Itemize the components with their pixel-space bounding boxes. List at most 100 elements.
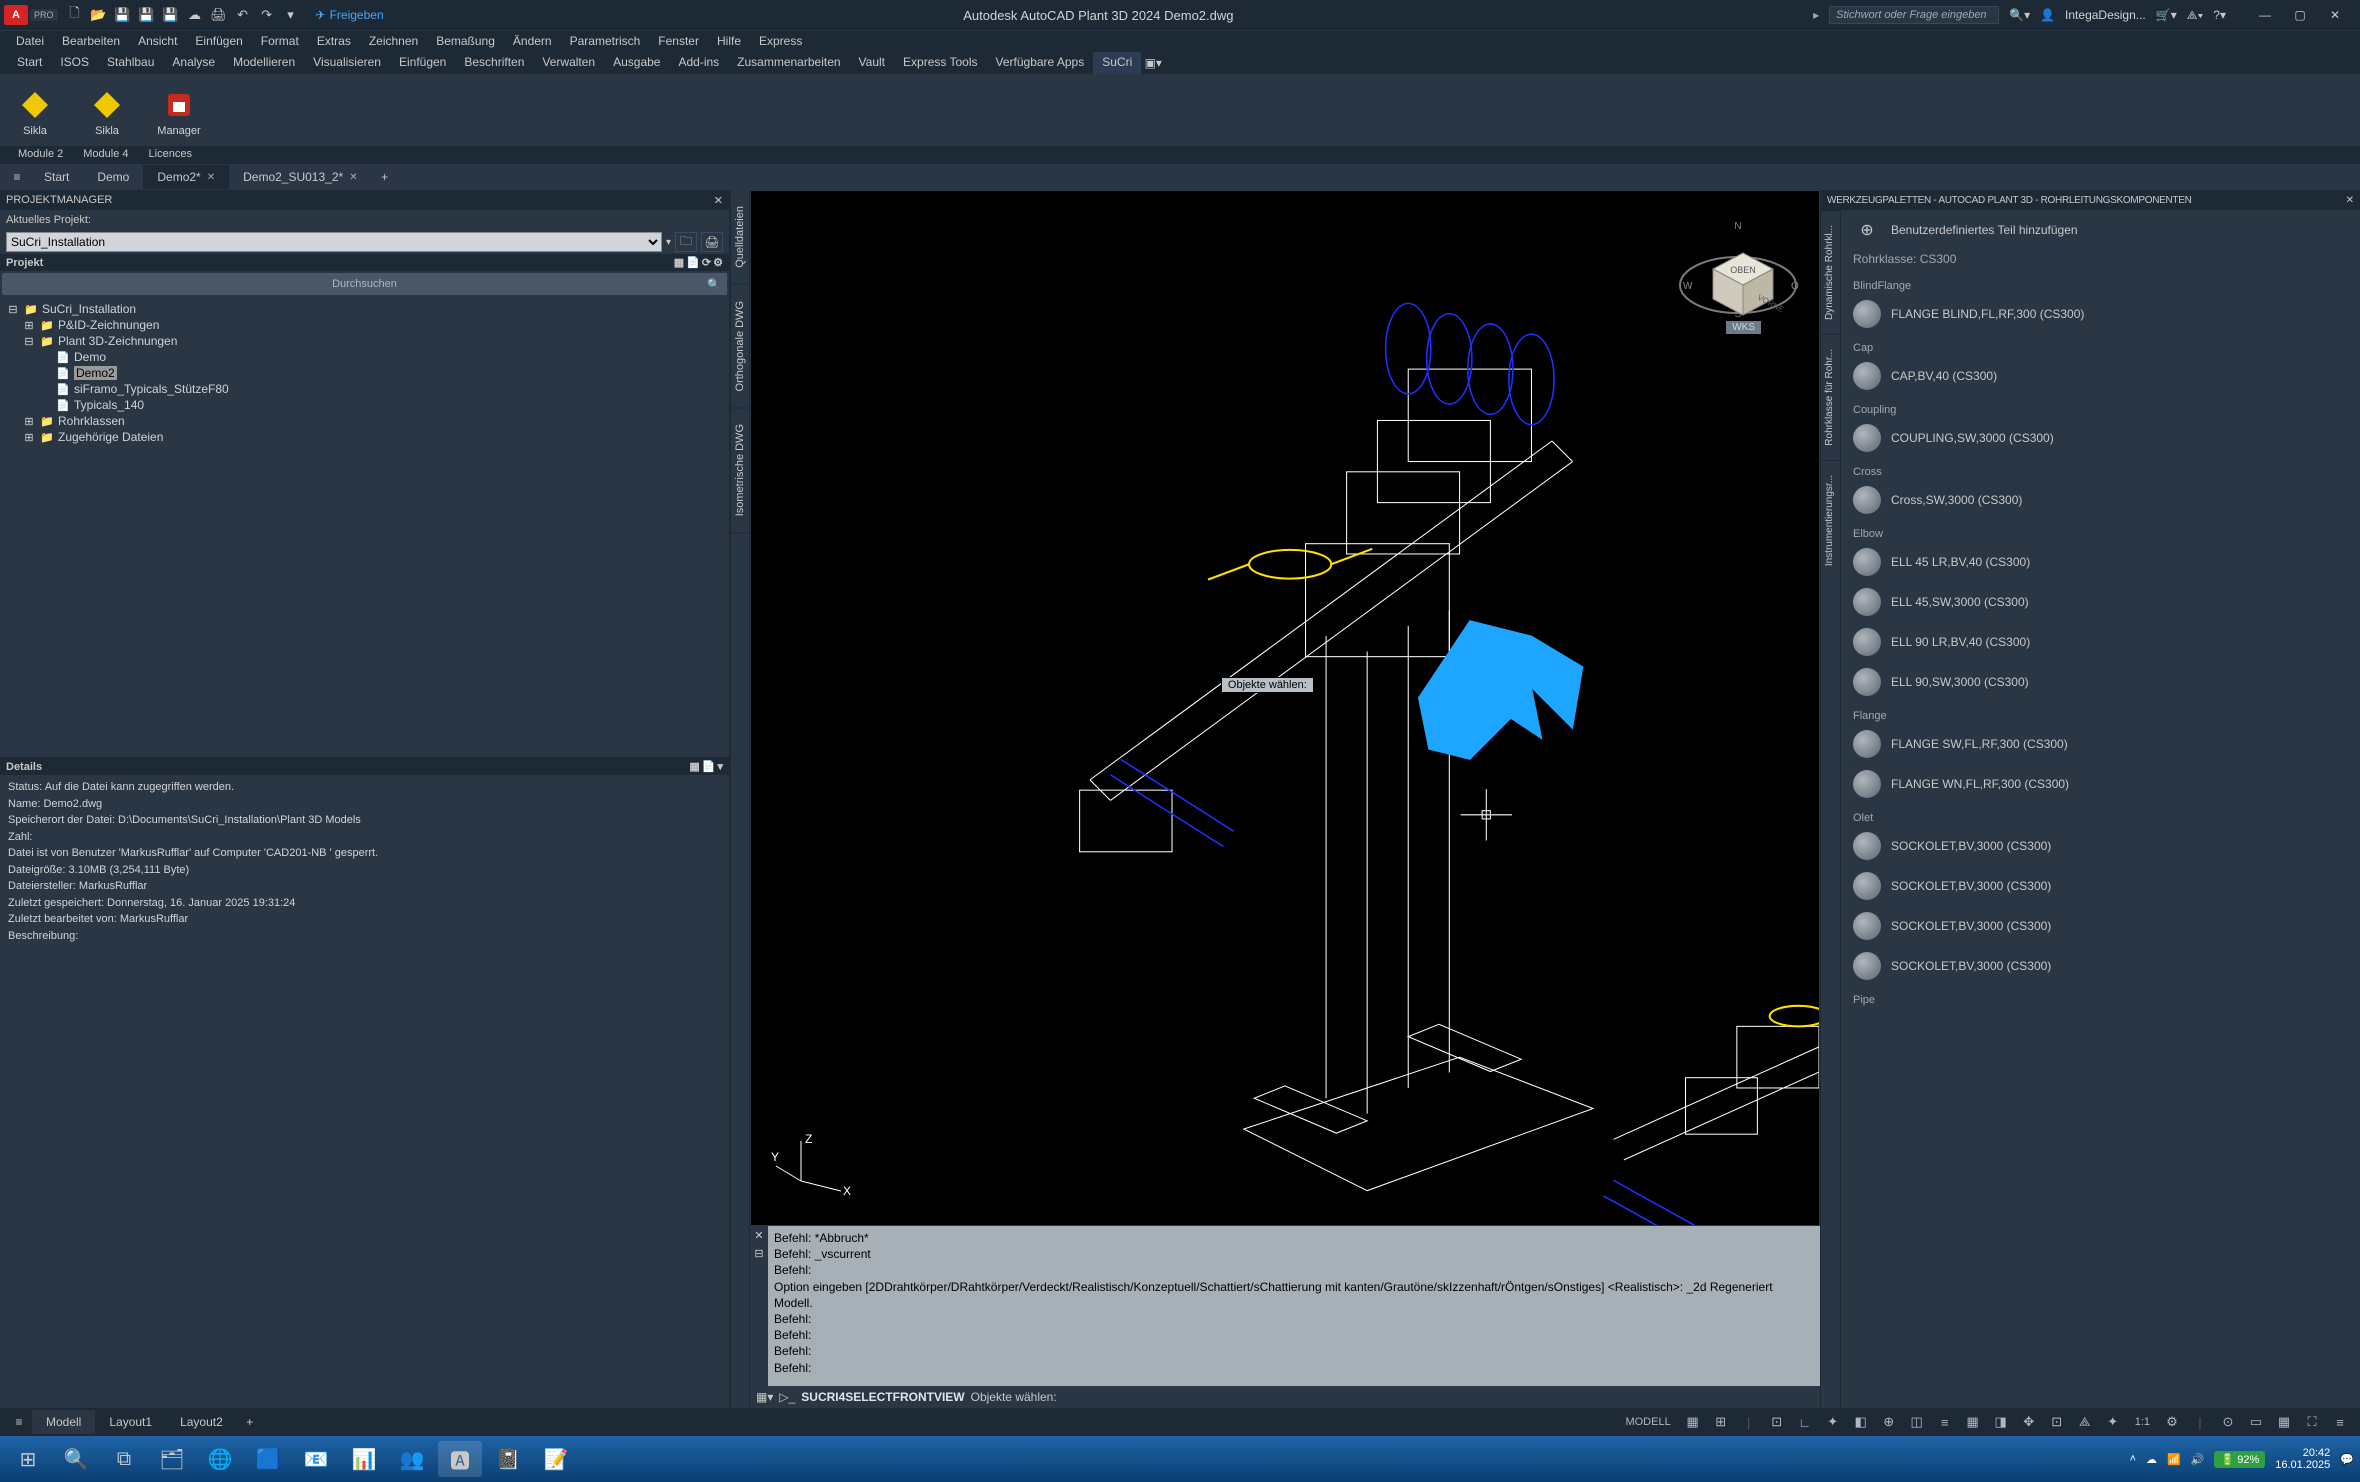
- status-3d-icon[interactable]: ◫: [1905, 1411, 1929, 1433]
- qat-save-icon[interactable]: 💾: [112, 4, 134, 26]
- palette-item[interactable]: FLANGE SW,FL,RF,300 (CS300): [1845, 724, 2356, 764]
- doc-tab-menu-icon[interactable]: ≡: [4, 164, 30, 190]
- status-workspace-icon[interactable]: ⊙: [2216, 1411, 2240, 1433]
- details-icon-2[interactable]: 📄: [702, 760, 716, 773]
- menu-bemaßung[interactable]: Bemaßung: [428, 31, 503, 52]
- status-polar-icon[interactable]: ✦: [1821, 1411, 1845, 1433]
- ribbon-overflow-icon[interactable]: ▣▾: [1141, 52, 1165, 74]
- tray-network-icon[interactable]: 📶: [2167, 1453, 2181, 1466]
- status-grid-icon[interactable]: ▦: [1681, 1411, 1705, 1433]
- ribbon-button-sikla-1[interactable]: Sikla: [80, 78, 134, 146]
- ribbon-tab-einfügen[interactable]: Einfügen: [390, 52, 455, 74]
- qat-open-icon[interactable]: 📂: [88, 4, 110, 26]
- palette-item[interactable]: COUPLING,SW,3000 (CS300): [1845, 418, 2356, 458]
- palette-item[interactable]: ELL 90 LR,BV,40 (CS300): [1845, 622, 2356, 662]
- layout-menu-icon[interactable]: ≡: [6, 1409, 32, 1435]
- collapsed-tab-quelldateien[interactable]: Quelldateien: [731, 190, 749, 285]
- tray-cloud-icon[interactable]: ☁: [2146, 1453, 2157, 1466]
- doc-tab-add-icon[interactable]: +: [372, 164, 398, 190]
- layout-add-icon[interactable]: +: [237, 1409, 263, 1435]
- menu-ändern[interactable]: Ändern: [505, 31, 560, 52]
- taskbar-explorer-icon[interactable]: 🗂: [150, 1441, 194, 1477]
- tree-item[interactable]: 📄Demo2: [6, 365, 723, 381]
- project-browse-button[interactable]: 🗀: [675, 232, 697, 252]
- cart-icon[interactable]: 🛒▾: [2156, 8, 2177, 22]
- status-ortho-icon[interactable]: ∟: [1793, 1411, 1817, 1433]
- ribbon-tab-verfügbare-apps[interactable]: Verfügbare Apps: [987, 52, 1094, 74]
- ribbon-tab-start[interactable]: Start: [8, 52, 51, 74]
- tray-clock[interactable]: 20:42 16.01.2025: [2275, 1447, 2330, 1471]
- search-icon[interactable]: 🔍▾: [2009, 8, 2030, 22]
- ribbon-tab-add-ins[interactable]: Add-ins: [669, 52, 728, 74]
- menu-fenster[interactable]: Fenster: [650, 31, 707, 52]
- close-icon[interactable]: ✕: [349, 172, 357, 183]
- qat-undo-icon[interactable]: ↶: [232, 4, 254, 26]
- tree-item[interactable]: ⊟📁SuCri_Installation: [6, 301, 723, 317]
- status-trans-icon[interactable]: ▦: [1961, 1411, 1985, 1433]
- expand-icon[interactable]: ⊟: [22, 335, 36, 348]
- taskbar-edge-icon[interactable]: 🟦: [246, 1441, 290, 1477]
- close-icon[interactable]: ✕: [207, 172, 215, 183]
- palette-item[interactable]: ELL 45,SW,3000 (CS300): [1845, 582, 2356, 622]
- menu-format[interactable]: Format: [253, 31, 307, 52]
- taskbar-taskview-icon[interactable]: ⧉: [102, 1441, 146, 1477]
- expand-icon[interactable]: ⊞: [22, 415, 36, 428]
- ribbon-group-module-2[interactable]: Module 2: [8, 146, 73, 164]
- ribbon-tab-visualisieren[interactable]: Visualisieren: [304, 52, 390, 74]
- qat-cloud-icon[interactable]: ☁: [184, 4, 206, 26]
- ribbon-tab-vault[interactable]: Vault: [850, 52, 894, 74]
- layout-tab-modell[interactable]: Modell: [32, 1410, 95, 1434]
- help-icon[interactable]: ?▾: [2213, 8, 2226, 22]
- ribbon-tab-modellieren[interactable]: Modellieren: [224, 52, 304, 74]
- status-hardware-icon[interactable]: ▦: [2272, 1411, 2296, 1433]
- tray-chevron-icon[interactable]: ˄: [2130, 1453, 2136, 1465]
- layout-tab-layout2[interactable]: Layout2: [166, 1410, 237, 1434]
- tree-icon-2[interactable]: 📄: [686, 256, 700, 269]
- ribbon-tab-express-tools[interactable]: Express Tools: [894, 52, 986, 74]
- tree-item[interactable]: ⊞📁P&ID-Zeichnungen: [6, 317, 723, 333]
- status-scale[interactable]: 1:1: [2129, 1411, 2156, 1433]
- palette-item[interactable]: SOCKOLET,BV,3000 (CS300): [1845, 866, 2356, 906]
- caret-icon[interactable]: ▸: [1813, 8, 1819, 22]
- tray-notifications-icon[interactable]: 💬: [2340, 1453, 2354, 1466]
- cmd-pin-icon[interactable]: ⊟: [750, 1244, 768, 1262]
- menu-hilfe[interactable]: Hilfe: [709, 31, 749, 52]
- tray-sound-icon[interactable]: 🔊: [2191, 1453, 2205, 1466]
- doc-tab-demo2su0132[interactable]: Demo2_SU013_2*✕: [229, 165, 371, 189]
- taskbar-autocad-icon[interactable]: 🅰: [438, 1441, 482, 1477]
- doc-tab-demo[interactable]: Demo: [83, 165, 143, 189]
- ribbon-group-module-4[interactable]: Module 4: [73, 146, 138, 164]
- qat-redo-icon[interactable]: ↷: [256, 4, 278, 26]
- tree-item[interactable]: ⊟📁Plant 3D-Zeichnungen: [6, 333, 723, 349]
- tree-item[interactable]: 📄Typicals_140: [6, 397, 723, 413]
- ribbon-tab-verwalten[interactable]: Verwalten: [533, 52, 604, 74]
- expand-icon[interactable]: ⊞: [22, 431, 36, 444]
- taskbar-search-icon[interactable]: 🔍: [54, 1441, 98, 1477]
- tree-icon-3[interactable]: ⟳: [702, 256, 711, 269]
- tree-item[interactable]: 📄siFramo_Typicals_StützeF80: [6, 381, 723, 397]
- tree-item[interactable]: ⊞📁Zugehörige Dateien: [6, 429, 723, 445]
- palette-side-tab[interactable]: Instrumentierungsr...: [1821, 460, 1840, 580]
- status-units-icon[interactable]: ⊡: [2045, 1411, 2069, 1433]
- details-icon-1[interactable]: ▦: [689, 760, 699, 773]
- wcs-label[interactable]: WKS: [1726, 321, 1761, 334]
- status-ann-icon[interactable]: ⟁: [2073, 1411, 2097, 1433]
- tree-item[interactable]: 📄Demo: [6, 349, 723, 365]
- doc-tab-demo2[interactable]: Demo2*✕: [143, 165, 229, 189]
- menu-datei[interactable]: Datei: [8, 31, 52, 52]
- taskbar-onenote-icon[interactable]: 📓: [486, 1441, 530, 1477]
- tree-icon-4[interactable]: ⚙: [713, 256, 723, 269]
- minimize-button[interactable]: —: [2248, 4, 2282, 26]
- palette-item[interactable]: SOCKOLET,BV,3000 (CS300): [1845, 906, 2356, 946]
- status-gizmo-icon[interactable]: ✥: [2017, 1411, 2041, 1433]
- layout-tab-layout1[interactable]: Layout1: [95, 1410, 166, 1434]
- status-qs-icon[interactable]: ◨: [1989, 1411, 2013, 1433]
- status-snap-icon[interactable]: ⊞: [1709, 1411, 1733, 1433]
- tray-battery[interactable]: 🔋 92%: [2214, 1451, 2265, 1468]
- ribbon-tab-zusammenarbeiten[interactable]: Zusammenarbeiten: [728, 52, 849, 74]
- status-osnap-icon[interactable]: ⊡: [1765, 1411, 1789, 1433]
- status-lw-icon[interactable]: ≡: [1933, 1411, 1957, 1433]
- status-clean-icon[interactable]: ✦: [2101, 1411, 2125, 1433]
- doc-tab-start[interactable]: Start: [30, 165, 83, 189]
- status-customize-icon[interactable]: ≡: [2328, 1411, 2352, 1433]
